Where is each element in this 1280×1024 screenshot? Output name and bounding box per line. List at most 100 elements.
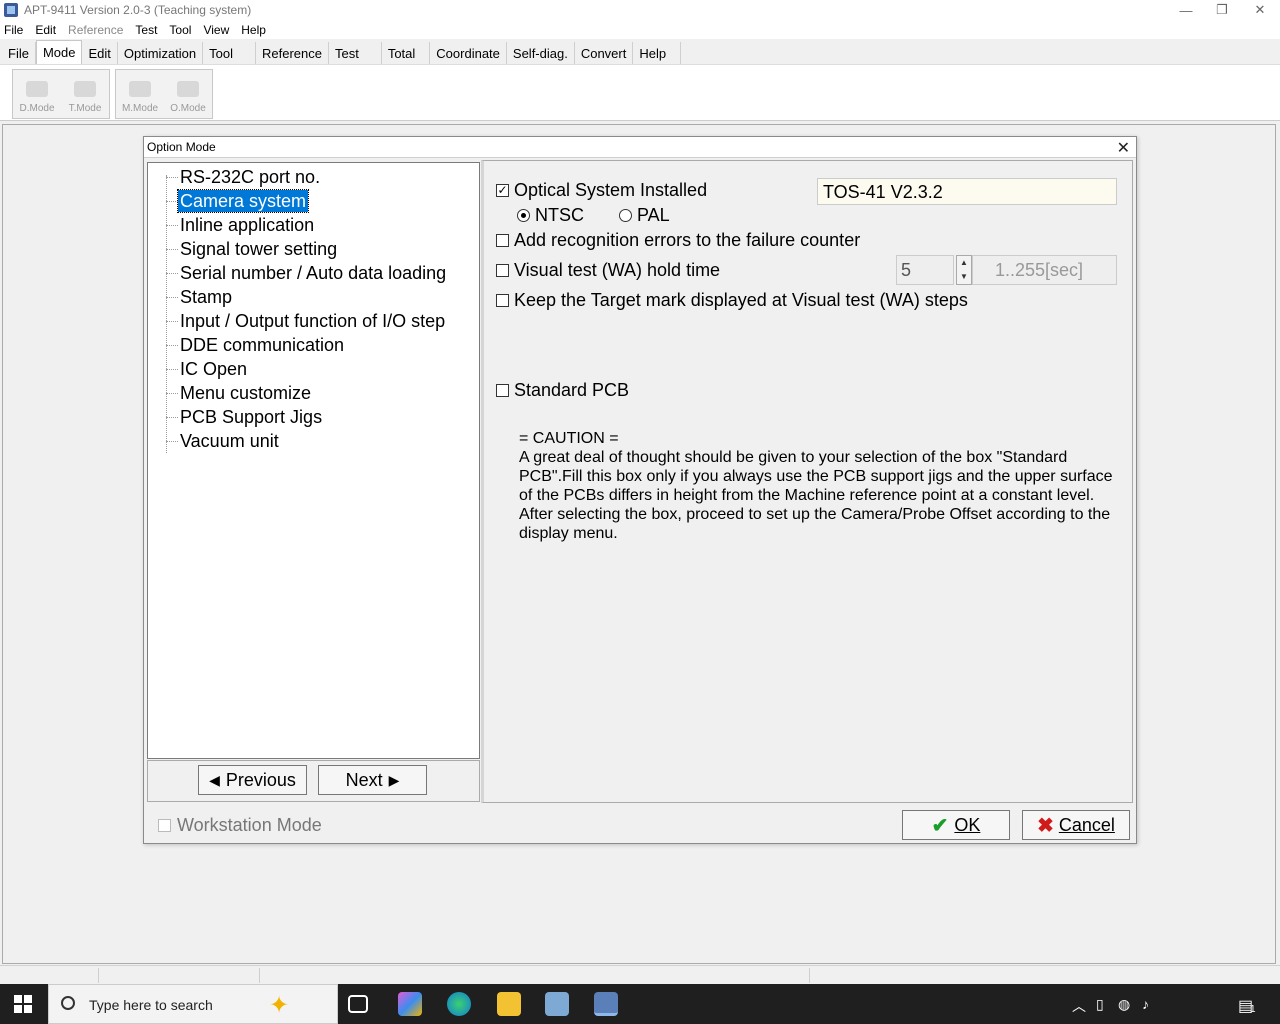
tab-total[interactable]: Total <box>381 42 431 64</box>
tree-item-io-step[interactable]: Input / Output function of I/O step <box>166 309 447 333</box>
tree-item-ic-open[interactable]: IC Open <box>166 357 249 381</box>
mmode-icon <box>129 81 151 97</box>
menu-tool[interactable]: Tool <box>165 23 195 37</box>
camera-settings-panel: ✓ Optical System Installed TOS-41 V2.3.2… <box>481 160 1133 803</box>
navigation-panel: ◀ Previous Next ▶ <box>147 760 480 802</box>
tab-test[interactable]: Test <box>328 42 382 64</box>
tab-reference[interactable]: Reference <box>256 42 329 64</box>
tmode-button[interactable]: T.Mode <box>61 70 109 118</box>
taskbar-search-box[interactable]: Type here to search ✦ <box>48 984 338 1024</box>
tab-file[interactable]: File <box>2 42 36 64</box>
checkbox-icon <box>158 819 171 832</box>
check-icon: ✓ <box>496 183 509 197</box>
add-recognition-checkbox[interactable]: Add recognition errors to the failure co… <box>496 230 860 251</box>
tab-edit[interactable]: Edit <box>82 42 118 64</box>
mmode-button[interactable]: M.Mode <box>116 70 164 118</box>
status-separator <box>809 968 810 983</box>
toolgroup-mode-2: M.Mode O.Mode <box>115 69 213 119</box>
visual-hold-checkbox[interactable]: Visual test (WA) hold time <box>496 260 720 281</box>
menu-help[interactable]: Help <box>237 23 270 37</box>
taskbar: Type here to search ✦ ︿ ▯ ◍ ♪ ▤ 1 <box>0 984 1280 1024</box>
tab-optimization[interactable]: Optimization <box>117 42 204 64</box>
checkbox-icon <box>496 264 509 277</box>
menu-edit[interactable]: Edit <box>31 23 60 37</box>
spin-up-icon[interactable]: ▲ <box>957 256 971 270</box>
hold-time-stepper[interactable]: ▲ ▼ <box>956 255 972 285</box>
tree-item-camera-system[interactable]: Camera system <box>166 189 310 213</box>
status-bar <box>0 965 1280 984</box>
menu-bar: File Edit Reference Test Tool View Help <box>0 20 1280 39</box>
tree-item-stamp[interactable]: Stamp <box>166 285 234 309</box>
menu-view[interactable]: View <box>199 23 233 37</box>
optical-installed-checkbox[interactable]: ✓ Optical System Installed <box>496 180 707 201</box>
status-separator <box>98 968 99 983</box>
option-mode-dialog: Option Mode ✕ RS-232C port no. Camera sy… <box>143 136 1137 844</box>
pen-icon <box>74 81 96 97</box>
task-view-icon[interactable] <box>348 995 368 1013</box>
tree-item-dde[interactable]: DDE communication <box>166 333 346 357</box>
omode-icon <box>177 81 199 97</box>
optical-version-field: TOS-41 V2.3.2 <box>817 178 1117 205</box>
previous-button[interactable]: ◀ Previous <box>198 765 307 795</box>
minimize-button[interactable]: — <box>1168 0 1204 20</box>
apt-app-taskbar-icon[interactable] <box>594 992 618 1016</box>
tab-tool[interactable]: Tool <box>203 42 256 64</box>
dialog-title: Option Mode <box>147 140 216 154</box>
tree-item-signal-tower[interactable]: Signal tower setting <box>166 237 339 261</box>
tree-item-vacuum-unit[interactable]: Vacuum unit <box>166 429 281 453</box>
tree-item-serial-number[interactable]: Serial number / Auto data loading <box>166 261 448 285</box>
menu-file[interactable]: File <box>0 23 27 37</box>
toolgroup-mode-1: D.Mode T.Mode <box>12 69 110 119</box>
spin-down-icon[interactable]: ▼ <box>957 270 971 284</box>
tab-help[interactable]: Help <box>633 42 682 64</box>
status-separator <box>259 968 260 983</box>
ntsc-radio[interactable]: NTSC <box>517 205 584 226</box>
omode-button[interactable]: O.Mode <box>164 70 212 118</box>
file-explorer-icon[interactable] <box>497 992 521 1016</box>
tab-self-diag[interactable]: Self-diag. <box>506 42 575 64</box>
radio-icon <box>619 209 632 222</box>
tree-item-rs232c[interactable]: RS-232C port no. <box>166 165 322 189</box>
menu-test[interactable]: Test <box>131 23 161 37</box>
pal-radio[interactable]: PAL <box>619 205 670 226</box>
tab-convert[interactable]: Convert <box>574 42 634 64</box>
radio-selected-icon <box>517 209 530 222</box>
cross-icon: ✖ <box>1037 814 1054 837</box>
device-icon[interactable]: ▯ <box>1096 996 1104 1013</box>
windows-start-icon[interactable] <box>14 995 32 1013</box>
app-icon <box>4 3 18 17</box>
title-bar: APT-9411 Version 2.0-3 (Teaching system)… <box>0 0 1280 20</box>
paint-app-icon[interactable] <box>545 992 569 1016</box>
keep-target-checkbox[interactable]: Keep the Target mark displayed at Visual… <box>496 290 968 311</box>
next-button[interactable]: Next ▶ <box>318 765 427 795</box>
caution-note: = CAUTION = A great deal of thought shou… <box>519 429 1119 543</box>
notification-count: 1 <box>1250 1004 1256 1015</box>
menu-reference[interactable]: Reference <box>64 23 127 37</box>
standard-pcb-checkbox[interactable]: Standard PCB <box>496 380 629 401</box>
tree-item-menu-customize[interactable]: Menu customize <box>166 381 313 405</box>
option-tree: RS-232C port no. Camera system Inline ap… <box>147 162 480 759</box>
hold-time-input[interactable]: 5 <box>896 255 954 285</box>
caution-text: A great deal of thought should be given … <box>519 449 1113 542</box>
restore-button[interactable]: ❐ <box>1204 0 1240 20</box>
tab-coordinate[interactable]: Coordinate <box>430 42 507 64</box>
cancel-button[interactable]: ✖ Cancel <box>1022 810 1130 840</box>
close-button[interactable]: ✕ <box>1242 0 1278 20</box>
tree-item-pcb-support-jigs[interactable]: PCB Support Jigs <box>166 405 324 429</box>
edge-browser-icon[interactable] <box>447 992 471 1016</box>
chevron-up-icon[interactable]: ︿ <box>1072 996 1086 1016</box>
speaker-icon[interactable]: ♪ <box>1142 996 1149 1012</box>
tab-mode[interactable]: Mode <box>35 40 83 64</box>
dmode-button[interactable]: D.Mode <box>13 70 61 118</box>
window-title: APT-9411 Version 2.0-3 (Teaching system) <box>24 3 252 17</box>
arrow-right-icon: ▶ <box>388 771 400 788</box>
globe-icon[interactable]: ◍ <box>1118 996 1130 1013</box>
dialog-close-button[interactable]: ✕ <box>1117 138 1130 158</box>
ok-button[interactable]: ✔ OK <box>902 810 1010 840</box>
caution-title: = CAUTION = <box>519 430 619 447</box>
workstation-mode-checkbox[interactable]: Workstation Mode <box>158 815 322 836</box>
checkbox-icon <box>496 234 509 247</box>
arrow-left-icon: ◀ <box>209 771 220 788</box>
tree-item-inline-application[interactable]: Inline application <box>166 213 316 237</box>
copilot-icon[interactable] <box>398 992 422 1016</box>
